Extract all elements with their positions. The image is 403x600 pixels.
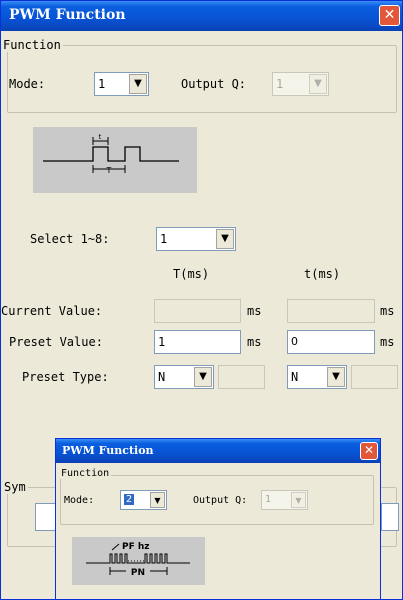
popup-function-legend: Function	[59, 468, 112, 479]
mode-select[interactable]: 1 ▼	[94, 72, 149, 96]
mode-label: Mode:	[9, 77, 46, 91]
chevron-down-icon[interactable]: ▼	[194, 367, 212, 387]
preset-type-label: Preset Type:	[22, 370, 109, 384]
output-q-select: 1 ▼	[272, 72, 329, 96]
title-bar[interactable]: PWM Function ✕	[1, 1, 402, 31]
popup-output-q-value: 1	[265, 494, 272, 505]
chevron-down-icon[interactable]: ▼	[216, 229, 234, 249]
popup-close-button[interactable]: ✕	[360, 442, 378, 460]
diagram-t-label: t	[99, 133, 102, 141]
popup-output-q-select: 1 ▼	[261, 490, 308, 510]
output-q-label: Output Q:	[181, 77, 247, 91]
popup-window-title: PWM Function	[62, 444, 154, 457]
pwm-waveform-diagram: t T	[33, 127, 197, 193]
popup-mode-select[interactable]: 2 ▼	[120, 490, 167, 510]
preset-value-label: Preset Value:	[9, 335, 103, 349]
column-header-t: t(ms)	[304, 267, 341, 281]
mode-value: 1	[98, 77, 106, 91]
popup-mode-value: 2	[124, 494, 135, 505]
preset-type-T-extra	[218, 365, 265, 389]
chevron-down-icon: ▼	[291, 492, 306, 508]
preset-type-t-value: N	[291, 370, 299, 384]
column-header-T: T(ms)	[173, 267, 210, 281]
preset-T-value: 1	[158, 335, 166, 349]
select-1-8-dropdown[interactable]: 1 ▼	[156, 227, 236, 251]
popup-pwm-window: PWM Function ✕ Function Mode: 2 ▼ Output…	[55, 438, 381, 600]
chevron-down-icon[interactable]: ▼	[327, 367, 345, 387]
diagram-T-label: T	[106, 166, 112, 175]
current-t-field	[287, 299, 375, 323]
select-value: 1	[160, 232, 168, 246]
preset-T-unit: ms	[247, 335, 262, 349]
chevron-down-icon: ▼	[309, 74, 327, 94]
symbol-field-right[interactable]	[381, 503, 399, 531]
current-T-field	[154, 299, 241, 323]
diagram-pn-label: PN	[131, 568, 145, 578]
function-group-legend: Function	[1, 38, 63, 52]
output-q-value: 1	[276, 77, 284, 91]
popup-title-bar[interactable]: PWM Function ✕	[56, 439, 380, 463]
preset-t-input[interactable]: 0	[287, 330, 375, 354]
current-value-label: Current Value:	[1, 304, 103, 318]
pwm-waveform-icon: t T	[43, 133, 179, 175]
chevron-down-icon[interactable]: ▼	[129, 74, 147, 94]
preset-t-value: 0	[291, 335, 298, 348]
preset-t-unit: ms	[380, 335, 395, 349]
preset-type-t-select[interactable]: N ▼	[287, 365, 347, 389]
window-title: PWM Function	[9, 7, 126, 23]
preset-type-t-extra	[351, 365, 398, 389]
chevron-down-icon[interactable]: ▼	[150, 492, 165, 508]
close-button[interactable]: ✕	[379, 5, 400, 26]
diagram-pf-hz-label: PF hz	[122, 542, 150, 552]
current-t-unit: ms	[380, 304, 395, 318]
popup-mode-label: Mode:	[64, 495, 95, 506]
preset-type-T-value: N	[158, 370, 166, 384]
pulse-train-icon: PF hz PN	[86, 542, 190, 578]
current-T-unit: ms	[247, 304, 262, 318]
select-label: Select 1~8:	[30, 232, 110, 246]
symbol-group-legend: Sym	[2, 480, 28, 494]
popup-pulse-diagram: PF hz PN	[72, 537, 205, 585]
preset-T-input[interactable]: 1	[154, 330, 241, 354]
popup-output-q-label: Output Q:	[193, 495, 248, 506]
preset-type-T-select[interactable]: N ▼	[154, 365, 214, 389]
